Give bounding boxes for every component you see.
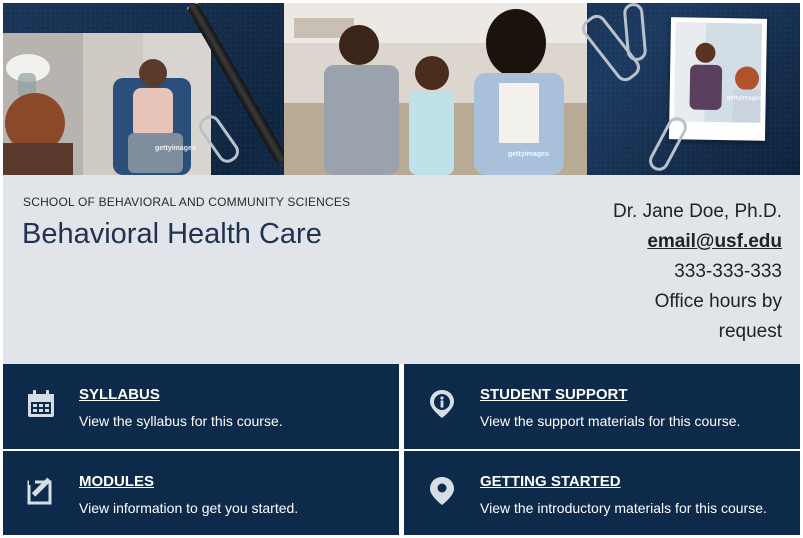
syllabus-description: View the syllabus for this course. [79, 413, 283, 429]
course-header: SCHOOL OF BEHAVIORAL AND COMMUNITY SCIEN… [3, 175, 800, 364]
page-title: Behavioral Health Care [22, 218, 322, 250]
getting-started-link[interactable]: GETTING STARTED [480, 473, 621, 490]
modules-description: View information to get you started. [79, 500, 299, 516]
calendar-icon [28, 390, 54, 417]
navigation-tiles: SYLLABUS View the syllabus for this cour… [3, 364, 800, 535]
therapy-session-photo: gettyimages [3, 33, 211, 175]
student-support-description: View the support materials for this cour… [480, 413, 741, 429]
modules-tile[interactable]: MODULES View information to get you star… [3, 451, 399, 535]
watermark-label: gettyimages [155, 145, 196, 152]
family-counseling-photo: gettyimages [284, 3, 587, 175]
office-hours: Office hours by request [654, 291, 782, 342]
watermark-label: gettyimages [726, 95, 762, 102]
map-pin-icon [430, 477, 454, 505]
modules-link[interactable]: MODULES [79, 473, 154, 490]
banner-collage: gettyimages gettyimages gettyimages [3, 3, 800, 175]
syllabus-link[interactable]: SYLLABUS [79, 386, 160, 403]
getting-started-description: View the introductory materials for this… [480, 500, 767, 516]
instructor-phone: 333-333-333 [674, 261, 782, 282]
student-support-tile[interactable]: STUDENT SUPPORT View the support materia… [404, 364, 800, 449]
course-homepage: gettyimages gettyimages gettyimages SCHO… [3, 3, 800, 535]
instructor-contact: Dr. Jane Doe, Ph.D. email@usf.edu 333-33… [613, 197, 782, 347]
instructor-name: Dr. Jane Doe, Ph.D. [613, 201, 782, 222]
info-icon [430, 390, 454, 418]
instructor-email-link[interactable]: email@usf.edu [647, 231, 782, 252]
watermark-label: gettyimages [508, 151, 549, 158]
school-name: SCHOOL OF BEHAVIORAL AND COMMUNITY SCIEN… [23, 195, 351, 209]
edit-icon [27, 477, 52, 505]
getting-started-tile[interactable]: GETTING STARTED View the introductory ma… [404, 451, 800, 535]
student-support-link[interactable]: STUDENT SUPPORT [480, 386, 628, 403]
syllabus-tile[interactable]: SYLLABUS View the syllabus for this cour… [3, 364, 399, 449]
